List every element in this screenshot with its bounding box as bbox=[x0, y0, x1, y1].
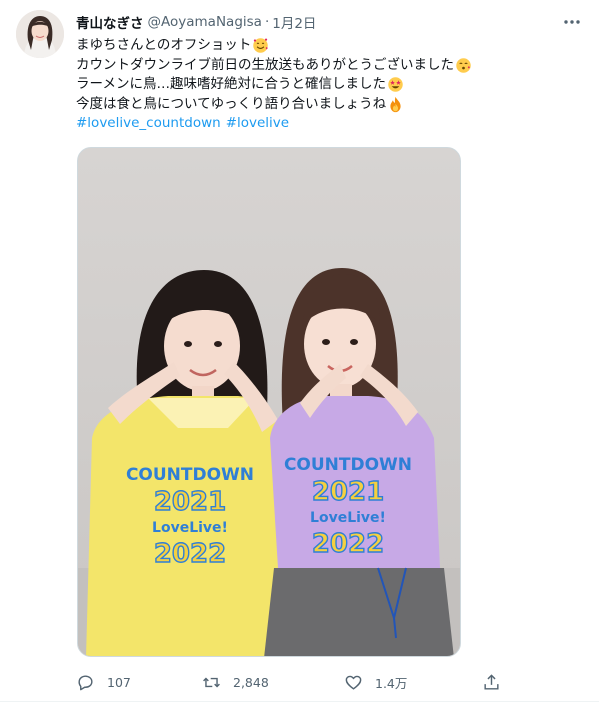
hashtag-link[interactable]: #lovelive bbox=[226, 114, 289, 134]
more-options-icon[interactable] bbox=[560, 10, 584, 34]
hashtag-list: #lovelive_countdown #lovelive bbox=[76, 114, 581, 134]
reply-button[interactable]: 107 bbox=[76, 666, 131, 698]
retweet-icon bbox=[203, 677, 220, 687]
tweet-line: 今度は食と鳥についてゆっくり語り合いましょうね bbox=[76, 95, 581, 115]
reply-count: 107 bbox=[107, 674, 131, 690]
user-handle[interactable]: @AoyamaNagisa bbox=[148, 14, 262, 30]
shirt-print-text: LoveLive! bbox=[310, 510, 386, 526]
reply-icon bbox=[78, 674, 93, 690]
tweet-line-text: 今度は食と鳥についてゆっくり語り合いましょうね bbox=[76, 95, 387, 112]
shirt-print-text: 2022 bbox=[154, 539, 226, 569]
tweet-line: ラーメンに鳥…趣味嗜好絶対に合うと確信しました bbox=[76, 75, 581, 95]
avatar[interactable] bbox=[16, 10, 64, 58]
share-icon bbox=[484, 673, 499, 690]
tweet-actions: 107 2,848 1.4万 bbox=[76, 666, 506, 698]
like-count: 1.4万 bbox=[375, 675, 408, 691]
photo-illustration: COUNTDOWN 2021 LoveLive! 2022 COUNTDOWN … bbox=[78, 148, 460, 656]
shirt-print-text: COUNTDOWN bbox=[284, 455, 412, 475]
hashtag-link[interactable]: #lovelive_countdown bbox=[76, 114, 221, 134]
tweet-line: まゆちさんとのオフショット bbox=[76, 36, 581, 56]
tweet-line-text: まゆちさんとのオフショット bbox=[76, 37, 252, 53]
shirt-print-text: 2021 bbox=[154, 487, 226, 517]
tweet-date[interactable]: 1月2日 bbox=[272, 12, 316, 32]
smiling-face-with-hearts-icon bbox=[253, 38, 269, 53]
tweet-line: カウントダウンライブ前日の生放送もありがとうございました bbox=[76, 56, 581, 76]
share-button[interactable] bbox=[482, 666, 501, 698]
retweet-count: 2,848 bbox=[233, 674, 269, 690]
retweet-button[interactable]: 2,848 bbox=[202, 666, 269, 698]
like-button[interactable]: 1.4万 bbox=[344, 666, 407, 698]
tweet-photo[interactable]: COUNTDOWN 2021 LoveLive! 2022 COUNTDOWN … bbox=[77, 147, 461, 657]
tweet-line-text: ラーメンに鳥…趣味嗜好絶対に合うと確信しました bbox=[76, 76, 386, 92]
heart-icon bbox=[345, 675, 362, 690]
tweet-line-text: カウントダウンライブ前日の生放送もありがとうございました bbox=[76, 56, 454, 73]
shirt-print-text: LoveLive! bbox=[152, 520, 228, 536]
tweet: 青山なぎさ @AoyamaNagisa · 1月2日 まゆちさんとのオフショット bbox=[0, 0, 599, 702]
shirt-print-text: COUNTDOWN bbox=[126, 465, 254, 485]
tweet-text: まゆちさんとのオフショット カウントダウンライブ前日の生放送もありがとうございま… bbox=[76, 36, 581, 134]
fire-icon bbox=[390, 96, 401, 112]
separator-dot: · bbox=[264, 14, 270, 30]
display-name[interactable]: 青山なぎさ bbox=[76, 12, 144, 32]
shirt-print-text: 2022 bbox=[312, 529, 384, 559]
star-struck-face-icon bbox=[388, 77, 403, 92]
tweet-header: 青山なぎさ @AoyamaNagisa · 1月2日 bbox=[76, 12, 316, 32]
shirt-print-text: 2021 bbox=[312, 477, 384, 507]
kissing-face-icon bbox=[456, 58, 471, 73]
